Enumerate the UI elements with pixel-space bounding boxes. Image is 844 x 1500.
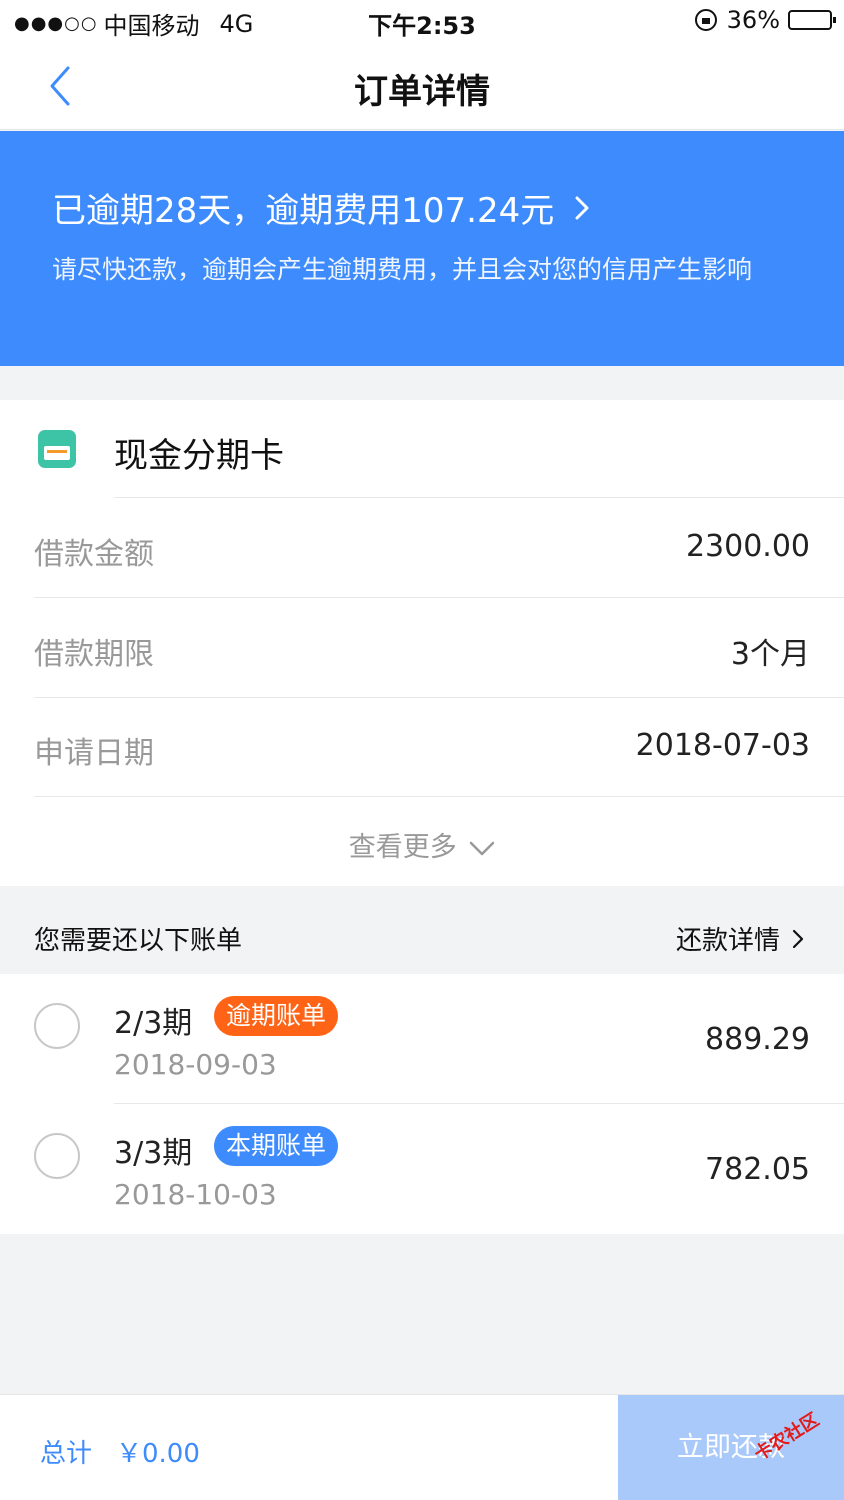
- detail-row-date: 申请日期 2018-07-03: [34, 698, 844, 797]
- detail-label: 申请日期: [34, 736, 154, 771]
- overdue-headline: 已逾期28天，逾期费用107.24元: [52, 183, 792, 232]
- bill-amount: 889.29: [705, 1022, 810, 1057]
- detail-row-term: 借款期限 3个月: [34, 599, 844, 698]
- loan-card: 现金分期卡 借款金额 2300.00 借款期限 3个月 申请日期 2018-07…: [0, 400, 844, 886]
- overdue-headline-text: 已逾期28天，逾期费用107.24元: [52, 191, 555, 231]
- current-bill-badge: 本期账单: [214, 1126, 339, 1166]
- overdue-banner[interactable]: 已逾期28天，逾期费用107.24元 请尽快还款，逾期会产生逾期费用，并且会对您…: [0, 131, 844, 366]
- total-amount: ￥0.00: [116, 1439, 200, 1469]
- checkout-footer: 总计 ￥0.00 立即还款: [0, 1394, 844, 1500]
- bill-select-radio[interactable]: [34, 1003, 80, 1049]
- divider: [114, 497, 844, 498]
- repayment-details-label: 还款详情: [675, 926, 780, 956]
- bill-due-date: 2018-09-03: [114, 1048, 277, 1081]
- detail-value: 2300.00: [685, 529, 810, 564]
- bill-amount: 782.05: [705, 1152, 810, 1187]
- overdue-description: 请尽快还款，逾期会产生逾期费用，并且会对您的信用产生影响: [52, 255, 753, 284]
- chevron-right-icon: [575, 196, 589, 219]
- orientation-lock-icon: [694, 9, 717, 31]
- status-right: 36%: [694, 6, 836, 34]
- nav-bar: 订单详情: [0, 44, 844, 130]
- bills-section-title: 您需要还以下账单: [34, 926, 243, 956]
- view-more-button[interactable]: 查看更多: [0, 825, 844, 864]
- product-header: 现金分期卡: [0, 400, 844, 498]
- chevron-down-icon: [470, 841, 495, 855]
- bill-row[interactable]: 2/3期 逾期账单 2018-09-03 889.29: [0, 974, 844, 1104]
- total-label: 总计: [40, 1439, 93, 1469]
- overdue-bill-badge: 逾期账单: [214, 996, 339, 1036]
- detail-row-amount: 借款金额 2300.00: [34, 499, 844, 598]
- detail-value: 2018-07-03: [635, 728, 810, 763]
- bills-section-header: 您需要还以下账单 还款详情: [0, 886, 844, 974]
- bill-due-date: 2018-10-03: [114, 1178, 277, 1211]
- credit-card-icon: [38, 430, 76, 468]
- battery-percent: 36%: [726, 6, 780, 34]
- bill-period: 3/3期: [114, 1136, 193, 1171]
- bill-period: 2/3期: [114, 1006, 193, 1041]
- bill-select-radio[interactable]: [34, 1133, 80, 1179]
- pay-now-button[interactable]: 立即还款: [618, 1395, 844, 1500]
- product-name: 现金分期卡: [114, 436, 284, 476]
- chevron-right-icon: [792, 929, 804, 948]
- detail-value: 3个月: [730, 637, 810, 672]
- status-bar: ●●●○○ 中国移动 4G 下午2:53 36%: [0, 0, 844, 44]
- view-more-label: 查看更多: [348, 832, 457, 863]
- detail-label: 借款金额: [34, 537, 154, 572]
- detail-label: 借款期限: [34, 637, 154, 672]
- battery-icon: [788, 10, 836, 30]
- repayment-details-link[interactable]: 还款详情: [676, 920, 804, 957]
- bill-row[interactable]: 3/3期 本期账单 2018-10-03 782.05: [0, 1104, 844, 1234]
- page-title: 订单详情: [354, 72, 490, 112]
